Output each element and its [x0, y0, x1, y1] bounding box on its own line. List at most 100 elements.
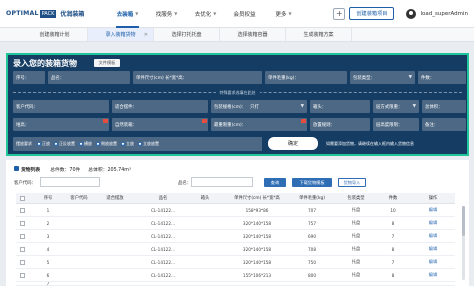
- table-row[interactable]: 3 CL-14122... 320*140*158 690 托盘 7 编辑: [16, 230, 455, 243]
- edit-link[interactable]: 编辑: [418, 204, 448, 216]
- row-size: 320*140*158: [242, 233, 272, 239]
- edit-link[interactable]: 编辑: [418, 269, 448, 281]
- panel-title: 录入您的装箱货物: [13, 59, 77, 68]
- chevron-down-icon: ▼: [408, 75, 412, 80]
- option-vertical[interactable]: 立放: [121, 141, 134, 147]
- nav-item-pack[interactable]: 去装箱 ▼: [108, 0, 147, 28]
- create-project-button[interactable]: 创建装箱项目: [349, 7, 395, 20]
- option-upright-reverse[interactable]: 正反放置: [54, 141, 75, 147]
- row-package: 托盘: [351, 272, 361, 277]
- row-checkbox[interactable]: [18, 269, 26, 281]
- brand-logo[interactable]: OPTIMAL PACK 优润装箱: [6, 9, 108, 18]
- max-weight-field[interactable]: 最重限重(cm)：: [211, 118, 307, 131]
- table-row[interactable]: 7: [16, 282, 455, 286]
- avatar[interactable]: [406, 8, 417, 19]
- fit-placement-field[interactable]: 适合摆件：: [112, 100, 208, 113]
- field-label: 备注：: [425, 122, 439, 128]
- row-checkbox[interactable]: [18, 230, 26, 242]
- chevron-down-icon: ▼: [174, 11, 178, 16]
- table-scrollbar[interactable]: [462, 206, 465, 280]
- nav-item-membership[interactable]: 会员权益: [225, 0, 264, 28]
- natural-pack-field[interactable]: 自然装箱：: [112, 118, 208, 131]
- option-upright[interactable]: 正放: [37, 141, 50, 147]
- row-weight: 708: [308, 246, 316, 252]
- header-actions: + 创建装箱项目 load_superAdmin: [333, 7, 468, 20]
- edit-link[interactable]: 编辑: [418, 230, 448, 242]
- row-no: 1: [46, 207, 50, 213]
- select-all-checkbox[interactable]: [18, 193, 26, 203]
- remarks-field[interactable]: 备注：: [422, 118, 466, 131]
- stack-height-field[interactable]: 堆高：: [13, 118, 109, 131]
- search-button[interactable]: 查询: [264, 178, 286, 187]
- size-field[interactable]: 单件尺寸(cm) 长*宽*高：: [133, 71, 262, 84]
- field-label: 层方式限重：: [376, 104, 403, 110]
- table-row[interactable]: 5 CL-14122... 320*140*158 750 托盘 7 编辑: [16, 256, 455, 269]
- row-weight: 707: [308, 207, 316, 213]
- placement-options: 摆放要求 正放 正反放置 横放 侧放放置 立放 立放放置: [13, 137, 262, 151]
- package-spec-field[interactable]: 包装规格(cm)： 只打 ▼: [211, 100, 307, 113]
- username[interactable]: load_superAdmin: [420, 11, 468, 17]
- total-volume-field[interactable]: 总体积：: [422, 100, 466, 113]
- nav-item-more[interactable]: 更多 ▼: [264, 0, 303, 28]
- row-name: CL-14122...: [150, 233, 175, 239]
- table-row[interactable]: 2 CL-14122... 320*140*158 757 托盘 8 编辑: [16, 217, 455, 230]
- table-row[interactable]: 4 CL-14122... 320*140*158 708 托盘 8 编辑: [16, 243, 455, 256]
- option-side[interactable]: 侧放放置: [96, 141, 117, 147]
- table-row[interactable]: 6 CL-14122... 155*106*213 800 托盘 8 编辑: [16, 269, 455, 282]
- table-row[interactable]: 1 CL-14122... 158*93*86 707 托盘 10 编辑: [16, 204, 455, 217]
- edit-link[interactable]: 编辑: [418, 217, 448, 229]
- row-weight: 757: [308, 220, 316, 226]
- column-header: 单件尺寸(cm) 长*宽*高: [234, 196, 280, 201]
- tab-create-plan[interactable]: 创建装箱计划: [22, 28, 88, 41]
- row-checkbox[interactable]: [18, 217, 26, 229]
- box-head-field[interactable]: 箱头：: [310, 100, 370, 113]
- field-label: 最重限重(cm)：: [214, 122, 247, 128]
- checkbox-icon: [54, 142, 58, 146]
- name-search-input[interactable]: [191, 177, 253, 187]
- required-flag-icon: [103, 119, 108, 123]
- name-field[interactable]: 品名：: [48, 71, 130, 84]
- edit-link[interactable]: 编辑: [418, 243, 448, 255]
- plus-icon[interactable]: +: [333, 7, 346, 20]
- row-qty: 7: [391, 259, 395, 265]
- tab-label: 生成装箱方案: [303, 32, 334, 38]
- section-label-text: 特殊要求选填在此处: [215, 90, 260, 95]
- nav-item-service[interactable]: 找服务 ▼: [147, 0, 186, 28]
- tab-select-pallet[interactable]: 选择打托托盘: [154, 28, 220, 41]
- import-goods-button[interactable]: 货物导入: [338, 178, 366, 187]
- option-label: 正反放置: [59, 141, 75, 146]
- edit-link[interactable]: 编辑: [418, 256, 448, 268]
- option-vertical-place[interactable]: 立放放置: [138, 141, 159, 147]
- chevron-down-icon: ▼: [288, 11, 292, 16]
- placement-rule-field[interactable]: 放置规则：: [310, 118, 370, 131]
- quantity-field[interactable]: 件数：: [418, 71, 466, 84]
- optional-section-label: 特殊要求选填在此处: [8, 90, 467, 96]
- layer-limit-field[interactable]: 层方式限重： ▼: [373, 100, 419, 113]
- tab-select-container[interactable]: 选择装箱容器: [220, 28, 286, 41]
- row-checkbox[interactable]: [18, 256, 26, 268]
- chevron-down-icon: ▼: [135, 11, 139, 16]
- checkbox-icon: [19, 233, 25, 239]
- package-type-field[interactable]: 包装类型： ▼: [350, 71, 415, 84]
- row-checkbox[interactable]: [18, 204, 26, 216]
- row-checkbox[interactable]: [18, 243, 26, 255]
- weight-field[interactable]: 单件毛重(kg)：: [265, 71, 347, 84]
- close-icon[interactable]: ✕: [144, 32, 148, 38]
- download-template-button[interactable]: 下载货物模板: [292, 178, 332, 187]
- customer-code-field[interactable]: 客户代码：: [13, 100, 109, 113]
- checkbox-icon: [19, 272, 25, 278]
- customer-code-input[interactable]: [40, 177, 100, 187]
- template-button[interactable]: 文件模板: [94, 59, 120, 67]
- checkbox-icon: [19, 207, 25, 213]
- nav-item-optimize[interactable]: 去优化 ▼: [186, 0, 225, 28]
- chevron-down-icon: ▼: [213, 11, 217, 16]
- confirm-button[interactable]: 确定: [268, 137, 318, 150]
- tab-generate-plan[interactable]: 生成装箱方案: [286, 28, 352, 41]
- row-weight: 800: [308, 272, 316, 278]
- layer-height-field[interactable]: 层高度限制：: [373, 118, 419, 131]
- seq-field[interactable]: 序号：: [13, 71, 45, 84]
- column-header: 箱头: [200, 196, 210, 201]
- option-horizontal[interactable]: 横放: [79, 141, 92, 147]
- row-no: 4: [46, 246, 50, 252]
- tab-enter-goods[interactable]: 录入装箱货物 ✕: [88, 28, 154, 41]
